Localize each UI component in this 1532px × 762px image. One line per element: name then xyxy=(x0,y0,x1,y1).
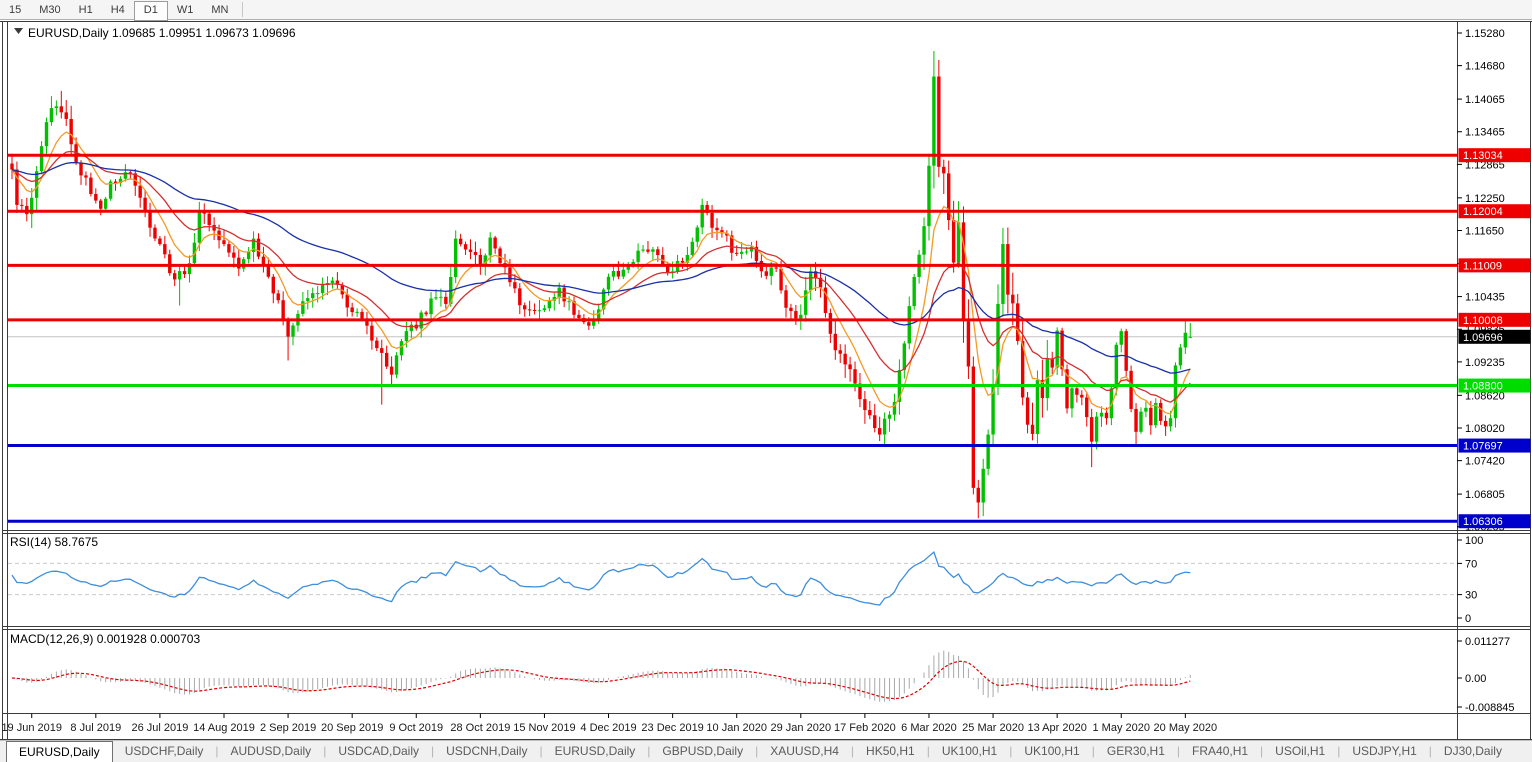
level-tag-1.11009-text: 1.11009 xyxy=(1463,260,1502,272)
price-axis-label: 1.06805 xyxy=(1465,489,1505,501)
chart-title: EURUSD,Daily 1.09685 1.09951 1.09673 1.0… xyxy=(28,26,296,40)
macd-signal-line xyxy=(12,661,1190,698)
current-price-tag-text: 1.09696 xyxy=(1463,332,1503,344)
rsi-label: RSI(14) 58.7675 xyxy=(10,535,98,549)
price-axis-label: 1.15280 xyxy=(1465,28,1505,40)
toolbar-divider xyxy=(242,2,243,17)
timeframe-button-d1[interactable]: D1 xyxy=(134,1,168,21)
chart-dropdown-icon[interactable] xyxy=(14,28,23,34)
tab-uk100-h1[interactable]: UK100,H1 xyxy=(1012,741,1091,762)
tab-dj30-daily[interactable]: DJ30,Daily xyxy=(1432,741,1514,762)
date-label: 14 Aug 2019 xyxy=(193,722,255,734)
chart-window: 1.152801.146801.140651.134651.128651.122… xyxy=(0,20,1532,740)
level-tag-1.13034-text: 1.13034 xyxy=(1463,150,1503,162)
rsi-axis-label: 70 xyxy=(1465,558,1477,570)
price-chart[interactable]: 1.152801.146801.140651.134651.128651.122… xyxy=(0,20,1532,740)
macd-panel xyxy=(12,651,1190,702)
date-label: 9 Oct 2019 xyxy=(389,722,443,734)
price-axis-label: 1.07420 xyxy=(1465,456,1505,468)
rsi-axis-label: 30 xyxy=(1465,590,1477,602)
macd-label: MACD(12,26,9) 0.001928 0.000703 xyxy=(10,632,200,646)
level-tag-1.08800-text: 1.08800 xyxy=(1463,381,1503,393)
tab-eurusd-daily[interactable]: EURUSD,Daily xyxy=(6,741,113,762)
level-tag-1.07697-text: 1.07697 xyxy=(1463,441,1503,453)
rsi-axis-label: 100 xyxy=(1465,535,1483,547)
date-label: 8 Jul 2019 xyxy=(70,722,121,734)
macd-histogram xyxy=(12,651,1190,702)
tab-scroll-arrows: ◄► xyxy=(1514,741,1532,762)
date-label: 15 Nov 2019 xyxy=(513,722,575,734)
rsi-axis-label: 0 xyxy=(1465,613,1471,625)
tab-uk100-h1[interactable]: UK100,H1 xyxy=(930,741,1009,762)
date-label: 23 Dec 2019 xyxy=(641,722,703,734)
rsi-panel xyxy=(8,552,1457,605)
timeframe-button-15[interactable]: 15 xyxy=(0,1,30,21)
chart-tabs-bar: EURUSD,DailyUSDCHF,Daily|AUDUSD,Daily|US… xyxy=(0,740,1532,762)
level-tag-1.12004-text: 1.12004 xyxy=(1463,206,1503,218)
candles-layer xyxy=(10,51,1192,518)
price-axis-label: 1.14065 xyxy=(1465,94,1505,106)
date-label: 25 Mar 2020 xyxy=(962,722,1024,734)
price-axis-label: 1.13465 xyxy=(1465,127,1505,139)
timeframe-toolbar: 15M30H1H4D1W1MN xyxy=(0,0,1532,20)
price-axis-label: 1.12250 xyxy=(1465,193,1505,205)
tab-audusd-daily[interactable]: AUDUSD,Daily xyxy=(219,741,324,762)
date-label: 13 Apr 2020 xyxy=(1027,722,1086,734)
tab-ger30-h1[interactable]: GER30,H1 xyxy=(1095,741,1177,762)
level-tag-1.10008-text: 1.10008 xyxy=(1463,315,1503,327)
price-axis-label: 1.10435 xyxy=(1465,292,1505,304)
rsi-line xyxy=(12,552,1190,605)
panel-borders xyxy=(0,22,1532,740)
date-label: 2 Sep 2019 xyxy=(260,722,316,734)
ma-mid-line xyxy=(12,151,1190,402)
tab-fra40-h1[interactable]: FRA40,H1 xyxy=(1180,741,1260,762)
date-label: 19 Jun 2019 xyxy=(1,722,62,734)
tab-usdchf-daily[interactable]: USDCHF,Daily xyxy=(113,741,216,762)
timeframe-button-h4[interactable]: H4 xyxy=(102,1,134,21)
price-axis: 1.152801.146801.140651.134651.128651.122… xyxy=(1457,28,1531,714)
level-tag-1.06306-text: 1.06306 xyxy=(1463,516,1503,528)
date-label: 10 Jan 2020 xyxy=(706,722,767,734)
date-label: 29 Jan 2020 xyxy=(771,722,832,734)
date-label: 4 Dec 2019 xyxy=(580,722,636,734)
tab-hk50-h1[interactable]: HK50,H1 xyxy=(854,741,927,762)
macd-axis-label: 0.011277 xyxy=(1465,636,1510,648)
main-panel xyxy=(8,51,1457,521)
timeframe-button-w1[interactable]: W1 xyxy=(168,1,203,21)
price-axis-label: 1.09235 xyxy=(1465,357,1505,369)
date-label: 6 Mar 2020 xyxy=(901,722,957,734)
tab-usdcad-daily[interactable]: USDCAD,Daily xyxy=(326,741,431,762)
date-label: 20 Sep 2019 xyxy=(321,722,383,734)
timeframe-button-m30[interactable]: M30 xyxy=(30,1,69,21)
date-label: 20 May 2020 xyxy=(1154,722,1218,734)
tab-usdjpy-h1[interactable]: USDJPY,H1 xyxy=(1340,741,1428,762)
tab-xauusd-h4[interactable]: XAUUSD,H4 xyxy=(758,741,851,762)
date-axis: 19 Jun 2019 8 Jul 2019 26 Jul 2019 14 Aug 2… xyxy=(1,714,1217,735)
price-axis-label: 1.14680 xyxy=(1465,61,1505,73)
macd-axis-label: 0.00 xyxy=(1465,673,1486,685)
date-label: 28 Oct 2019 xyxy=(450,722,510,734)
macd-axis-label: -0.008845 xyxy=(1465,702,1515,714)
tab-gbpusd-daily[interactable]: GBPUSD,Daily xyxy=(650,741,755,762)
date-label: 1 May 2020 xyxy=(1093,722,1150,734)
tab-usdcnh-daily[interactable]: USDCNH,Daily xyxy=(434,741,539,762)
tab-usoil-h1[interactable]: USOil,H1 xyxy=(1263,741,1337,762)
timeframe-button-mn[interactable]: MN xyxy=(202,1,237,21)
date-label: 17 Feb 2020 xyxy=(834,722,896,734)
price-axis-label: 1.08020 xyxy=(1465,423,1505,435)
tab-eurusd-daily[interactable]: EURUSD,Daily xyxy=(543,741,648,762)
timeframe-button-h1[interactable]: H1 xyxy=(70,1,102,21)
price-axis-label: 1.11650 xyxy=(1465,225,1504,237)
date-label: 26 Jul 2019 xyxy=(131,722,188,734)
